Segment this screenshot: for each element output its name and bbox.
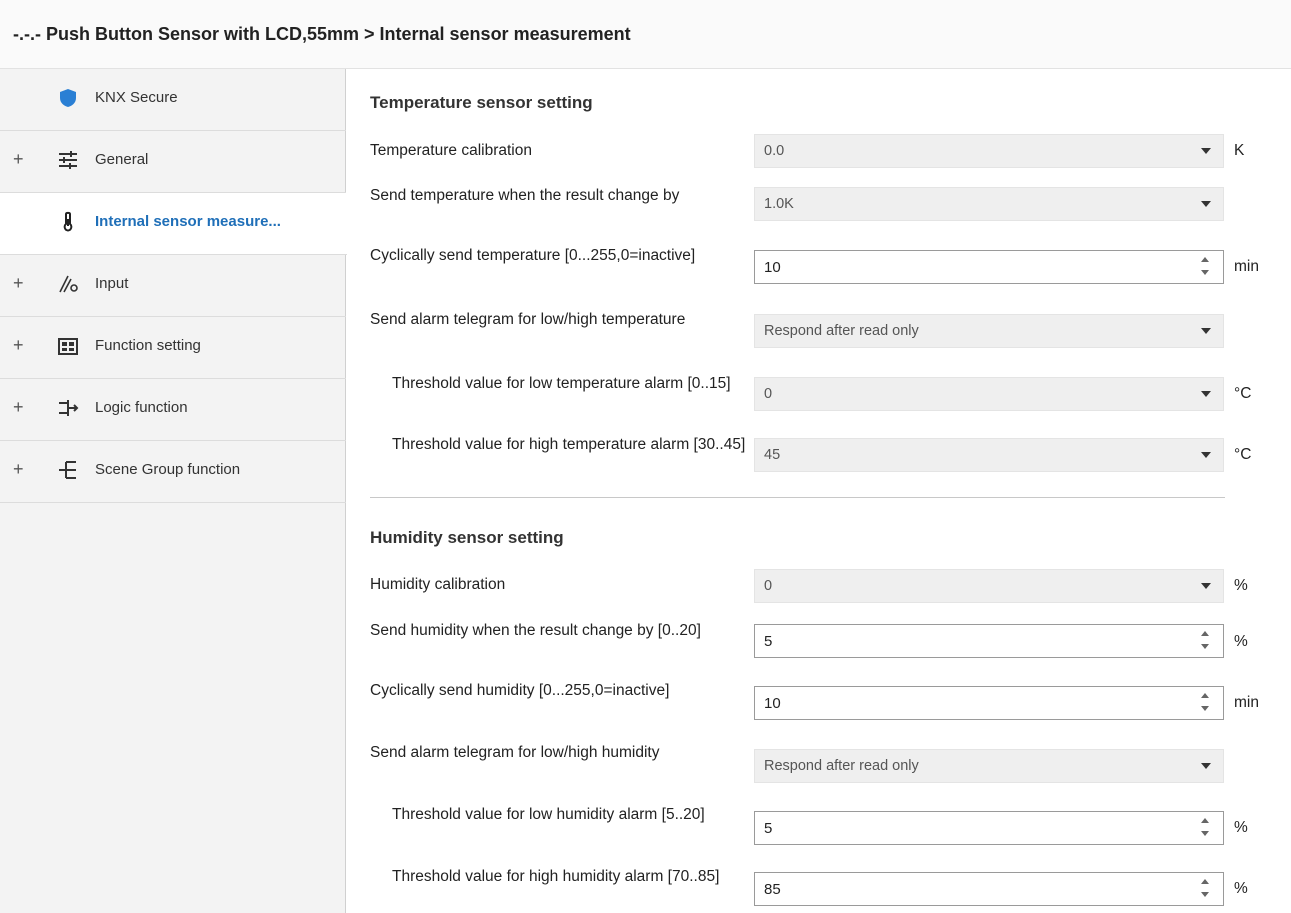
spinner-arrows-icon[interactable] [1201,629,1211,653]
humidity-heading: Humidity sensor setting [370,528,564,547]
unit-label: °C [1234,446,1252,463]
sidebar-item-internal-sensor[interactable]: Internal sensor measure... [0,193,347,255]
temperature-calibration-select[interactable]: 0.0 [754,134,1224,168]
title-bar: -.-.- Push Button Sensor with LCD,55mm >… [0,0,1291,69]
temperature-heading: Temperature sensor setting [370,93,593,112]
humidity-cyclic-label: Cyclically send humidity [0...255,0=inac… [370,682,670,699]
temperature-alarm-select[interactable]: Respond after read only [754,314,1224,348]
input-value: 85 [764,881,781,898]
unit-label: % [1234,633,1248,650]
temperature-calibration-label: Temperature calibration [370,142,532,159]
spinner-arrows-icon[interactable] [1201,816,1211,840]
sidebar-item-label: Logic function [95,399,188,416]
humidity-high-threshold-input[interactable]: 85 [754,872,1224,906]
scene-icon [56,458,80,482]
temperature-send-change-select[interactable]: 1.0K [754,187,1224,221]
temperature-cyclic-label: Cyclically send temperature [0...255,0=i… [370,247,696,264]
temperature-low-threshold-label: Threshold value for low temperature alar… [392,375,731,392]
sidebar-item-scene-group[interactable]: + Scene Group function [0,441,346,503]
sidebar-item-knx-secure[interactable]: KNX Secure [0,69,346,131]
temperature-high-threshold-select[interactable]: 45 [754,438,1224,472]
section-divider [370,497,1225,498]
humidity-high-threshold-label: Threshold value for high humidity alarm … [392,868,720,885]
humidity-low-threshold-label: Threshold value for low humidity alarm [… [392,806,705,823]
input-value: 5 [764,820,773,837]
sidebar-item-label: KNX Secure [95,89,178,106]
chevron-down-icon [1201,391,1211,397]
sidebar-item-label: Scene Group function [95,461,241,478]
expand-icon[interactable]: + [13,273,24,294]
select-value: 0 [764,386,773,402]
sidebar-item-label: Input [95,275,129,292]
expand-icon[interactable]: + [13,149,24,170]
humidity-cyclic-input[interactable]: 10 [754,686,1224,720]
chevron-down-icon [1201,148,1211,154]
humidity-calibration-select[interactable]: 0 [754,569,1224,603]
unit-label: min [1234,258,1259,275]
spinner-arrows-icon[interactable] [1201,255,1211,279]
sidebar: KNX Secure + General Internal sensor mea… [0,69,347,913]
input-value: 10 [764,695,781,712]
page-title: -.-.- Push Button Sensor with LCD,55mm >… [13,24,631,44]
sidebar-item-input[interactable]: + Input [0,255,346,317]
input-value: 10 [764,259,781,276]
input-value: 5 [764,633,773,650]
spinner-arrows-icon[interactable] [1201,877,1211,901]
sidebar-item-logic-function[interactable]: + Logic function [0,379,346,441]
chevron-down-icon [1201,763,1211,769]
humidity-send-change-input[interactable]: 5 [754,624,1224,658]
unit-label: min [1234,694,1259,711]
unit-label: K [1234,142,1245,159]
humidity-send-change-label: Send humidity when the result change by … [370,622,701,639]
grid-icon [56,334,80,358]
sidebar-item-label: Internal sensor measure... [95,213,281,230]
chevron-down-icon [1201,328,1211,334]
select-value: 0 [764,578,773,594]
select-value: Respond after read only [764,758,919,774]
humidity-alarm-label: Send alarm telegram for low/high humidit… [370,744,660,761]
sidebar-item-general[interactable]: + General [0,131,346,193]
unit-label: % [1234,819,1248,836]
chevron-down-icon [1201,452,1211,458]
chevron-down-icon [1201,201,1211,207]
select-value: Respond after read only [764,323,919,339]
unit-label: °C [1234,385,1252,402]
select-value: 0.0 [764,143,785,159]
select-value: 45 [764,447,781,463]
sidebar-item-label: Function setting [95,337,201,354]
temperature-low-threshold-select[interactable]: 0 [754,377,1224,411]
shield-icon [56,86,80,110]
sliders-icon [56,148,80,172]
chevron-down-icon [1201,583,1211,589]
input-icon [56,272,80,296]
temperature-send-change-label: Send temperature when the result change … [370,187,680,204]
humidity-low-threshold-input[interactable]: 5 [754,811,1224,845]
temperature-cyclic-input[interactable]: 10 [754,250,1224,284]
sidebar-item-function-setting[interactable]: + Function setting [0,317,346,379]
thermometer-icon [56,210,80,234]
main-panel: Temperature sensor setting Temperature c… [347,69,1291,913]
sidebar-item-label: General [95,151,149,168]
select-value: 1.0K [764,196,794,212]
spinner-arrows-icon[interactable] [1201,691,1211,715]
unit-label: % [1234,880,1248,897]
unit-label: % [1234,577,1248,594]
expand-icon[interactable]: + [13,397,24,418]
expand-icon[interactable]: + [13,459,24,480]
humidity-calibration-label: Humidity calibration [370,576,506,593]
temperature-alarm-label: Send alarm telegram for low/high tempera… [370,311,686,328]
expand-icon[interactable]: + [13,335,24,356]
logic-icon [56,396,80,420]
humidity-alarm-select[interactable]: Respond after read only [754,749,1224,783]
temperature-high-threshold-label: Threshold value for high temperature ala… [392,436,746,453]
